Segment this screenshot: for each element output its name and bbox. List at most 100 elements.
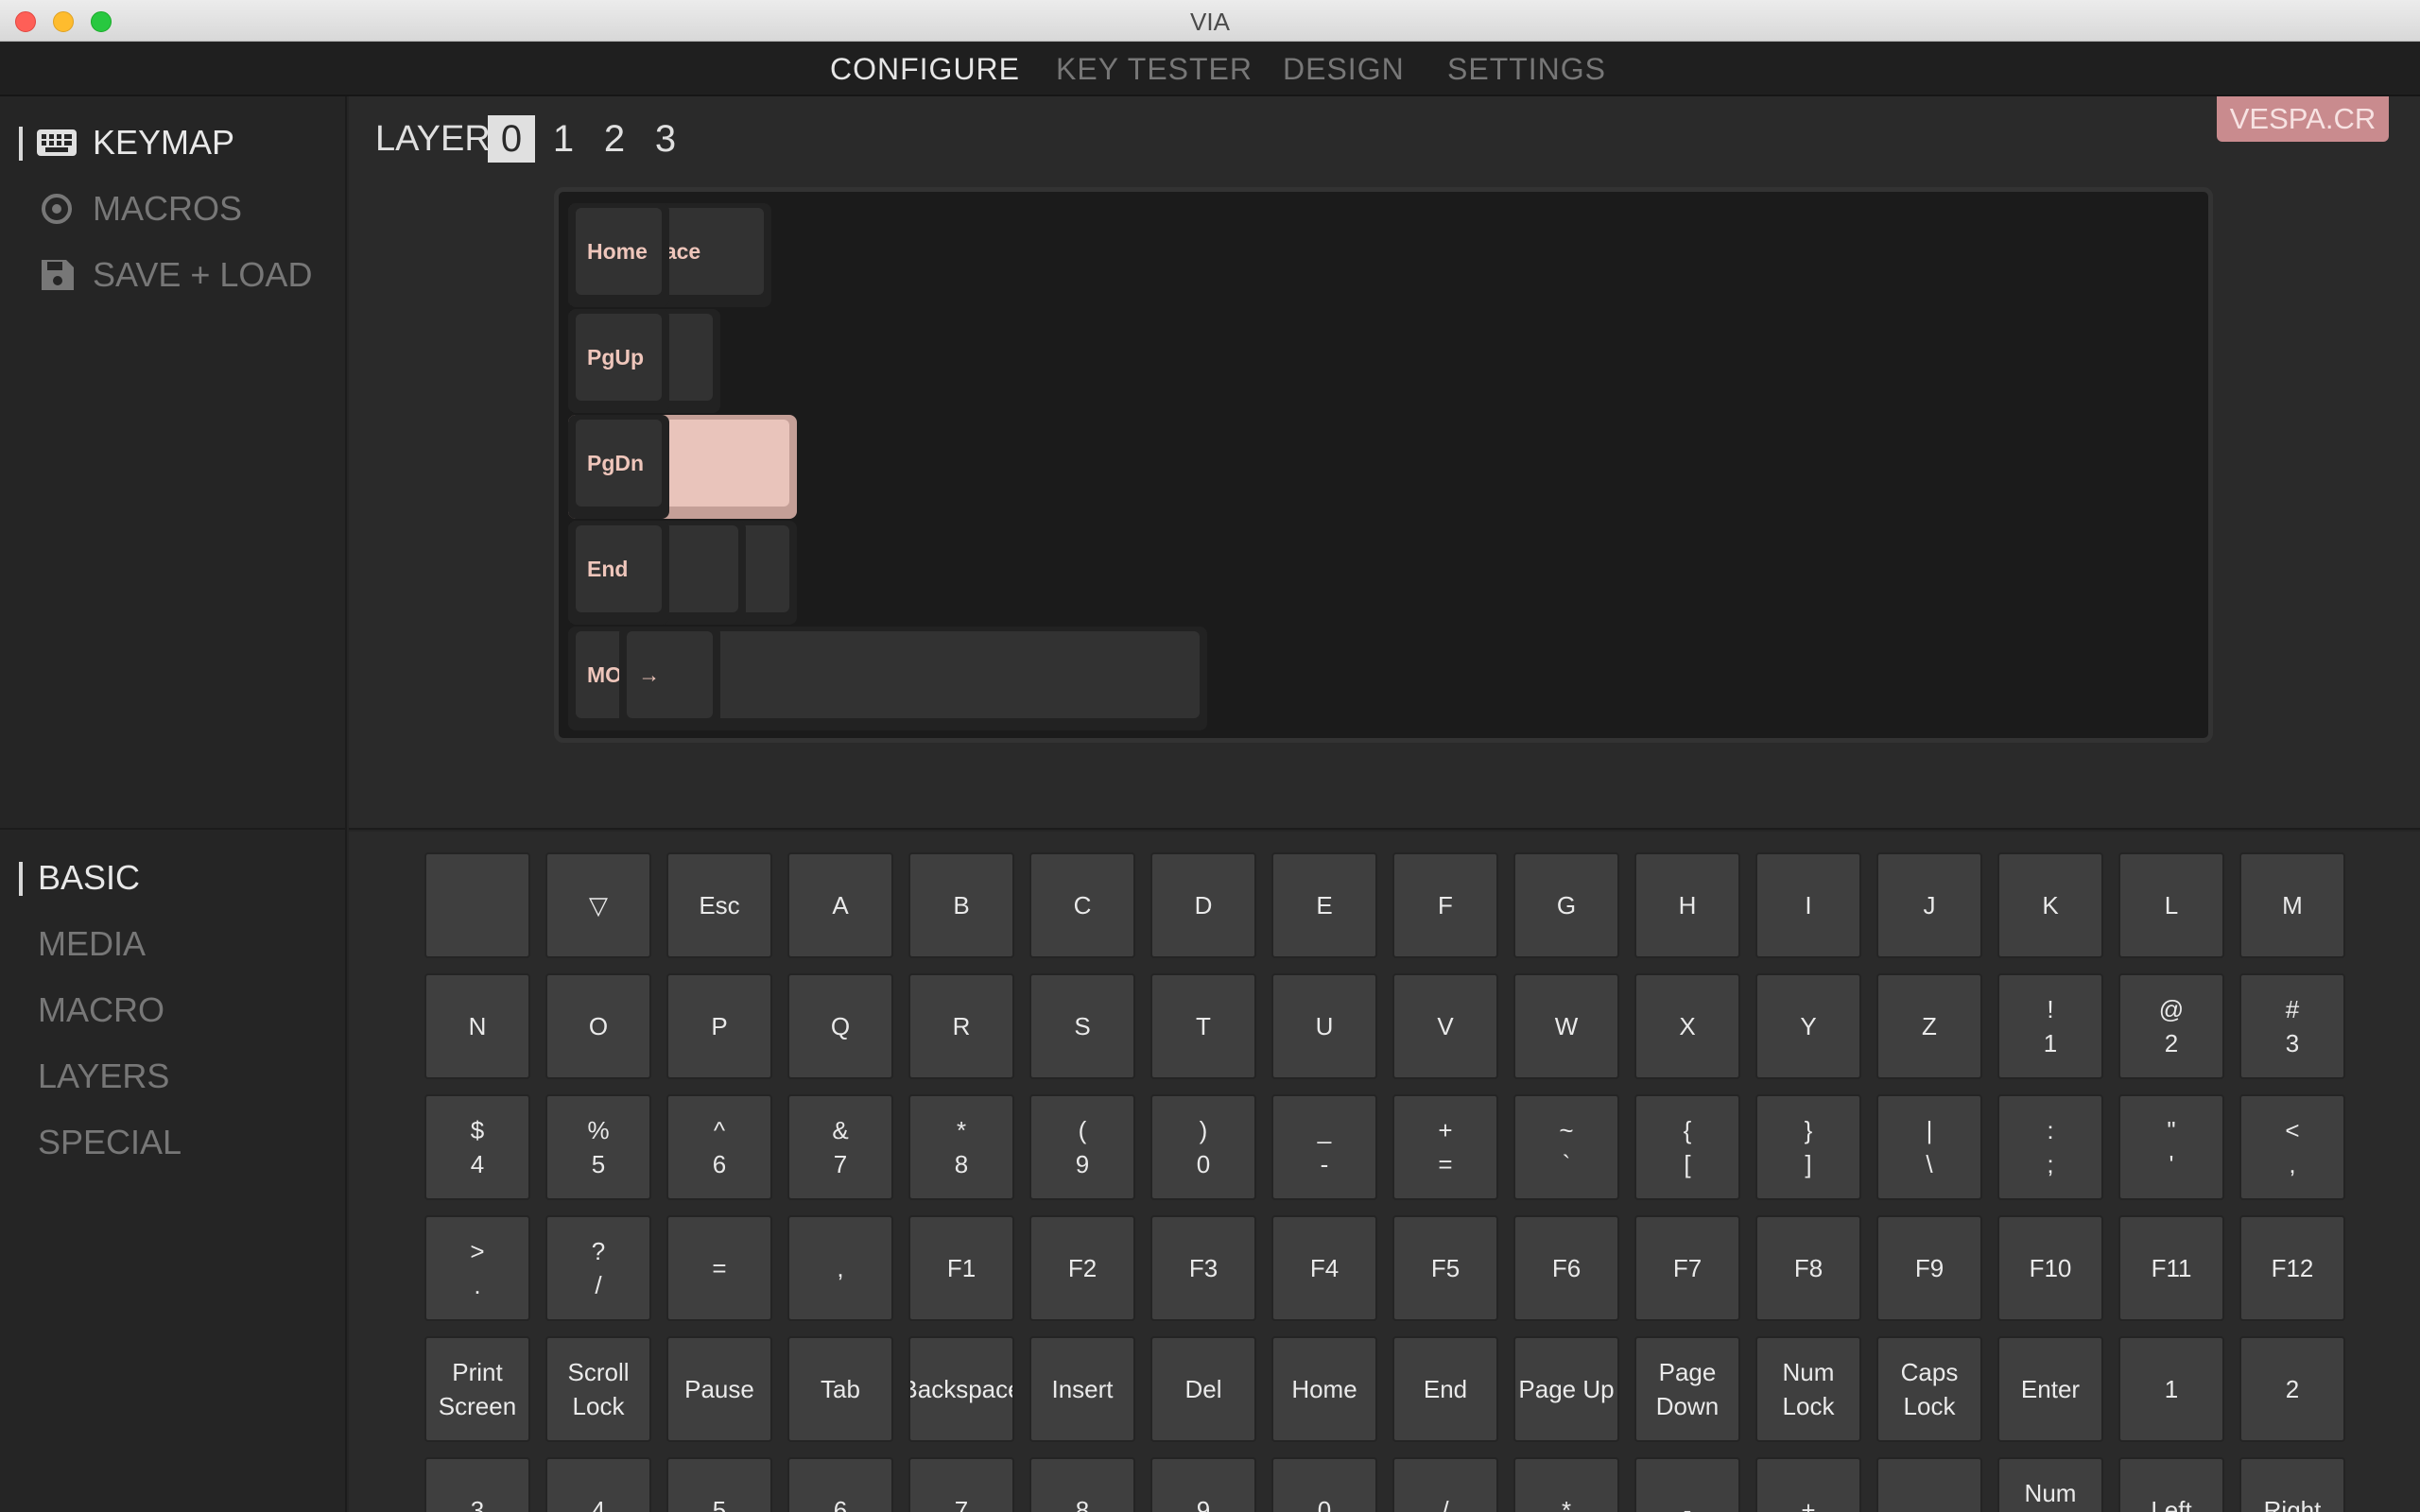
keycode-button[interactable]: + (1755, 1457, 1861, 1512)
keycode-button[interactable]: Caps Lock (1876, 1336, 1982, 1442)
keycode-button[interactable]: 9 (1150, 1457, 1256, 1512)
keycode-button[interactable]: _ - (1271, 1094, 1377, 1200)
keycode-button[interactable]: F8 (1755, 1215, 1861, 1321)
layer-3-button[interactable]: 3 (642, 115, 689, 163)
keycode-button[interactable]: O (545, 973, 651, 1079)
keycode-button[interactable]: * 8 (908, 1094, 1014, 1200)
keycode-button[interactable]: Left (2118, 1457, 2224, 1512)
keycode-button[interactable]: X (1634, 973, 1740, 1079)
keycode-button[interactable]: Num Lock (1755, 1336, 1861, 1442)
keycode-button[interactable]: ? / (545, 1215, 651, 1321)
keycode-button[interactable]: & 7 (787, 1094, 893, 1200)
keycode-button[interactable]: + = (1392, 1094, 1498, 1200)
keycode-button[interactable]: B (908, 852, 1014, 958)
keycode-button[interactable]: S (1029, 973, 1135, 1079)
keycode-button[interactable]: Page Down (1634, 1336, 1740, 1442)
keycode-button[interactable]: E (1271, 852, 1377, 958)
keycode-button[interactable]: Backspace (908, 1336, 1014, 1442)
tab-key-tester[interactable]: KEY TESTER (1056, 52, 1253, 87)
keycode-button[interactable]: R (908, 973, 1014, 1079)
keycode-button[interactable]: > . (424, 1215, 530, 1321)
keycode-button[interactable]: 3 (424, 1457, 530, 1512)
keycode-button[interactable]: I (1755, 852, 1861, 958)
keycode-button[interactable]: V (1392, 973, 1498, 1079)
keycode-button[interactable]: * (1513, 1457, 1619, 1512)
layer-1-button[interactable]: 1 (540, 115, 587, 163)
keycode-button[interactable]: D (1150, 852, 1256, 958)
keycode-button[interactable]: : ; (1997, 1094, 2103, 1200)
keycode-button[interactable]: F6 (1513, 1215, 1619, 1321)
keycode-button[interactable]: F10 (1997, 1215, 2103, 1321)
keycode-button[interactable]: G (1513, 852, 1619, 958)
keycode-button[interactable]: K (1997, 852, 2103, 958)
keycode-button[interactable]: ^ 6 (666, 1094, 772, 1200)
keycode-button[interactable]: ! 1 (1997, 973, 2103, 1079)
layer-2-button[interactable]: 2 (591, 115, 638, 163)
keycode-button[interactable]: $ 4 (424, 1094, 530, 1200)
keycode-button[interactable]: C (1029, 852, 1135, 958)
category-layers[interactable]: LAYERS (38, 1057, 169, 1096)
keycode-button[interactable]: 1 (2118, 1336, 2224, 1442)
keyboard-key[interactable]: End (568, 521, 669, 625)
sidebar-item-keymap[interactable]: KEYMAP (36, 123, 234, 163)
keycode-button[interactable]: ( 9 (1029, 1094, 1135, 1200)
keycode-button[interactable]: P (666, 973, 772, 1079)
keyboard-key[interactable]: PgUp (568, 309, 669, 413)
keycode-button[interactable]: F12 (2239, 1215, 2345, 1321)
keycode-button[interactable]: ▽ (545, 852, 651, 958)
keycode-button[interactable]: | \ (1876, 1094, 1982, 1200)
keycode-button[interactable]: Del (1150, 1336, 1256, 1442)
keycode-button[interactable]: F7 (1634, 1215, 1740, 1321)
keycode-button[interactable]: Enter (1997, 1336, 2103, 1442)
keycode-button[interactable]: J (1876, 852, 1982, 958)
keycode-button[interactable]: 4 (545, 1457, 651, 1512)
keycode-button[interactable]: Z (1876, 973, 1982, 1079)
keycode-button[interactable]: T (1150, 973, 1256, 1079)
keycode-button[interactable]: @ 2 (2118, 973, 2224, 1079)
keycode-button[interactable]: F (1392, 852, 1498, 958)
keycode-button[interactable]: / (1392, 1457, 1498, 1512)
keycode-button[interactable]: Pause (666, 1336, 772, 1442)
keycode-button[interactable]: Esc (666, 852, 772, 958)
keycode-button[interactable]: M (2239, 852, 2345, 958)
keycode-button[interactable]: < , (2239, 1094, 2345, 1200)
keycode-button[interactable]: A (787, 852, 893, 958)
keycode-button[interactable]: 5 (666, 1457, 772, 1512)
keycode-button[interactable]: N (424, 973, 530, 1079)
keycode-button[interactable]: 8 (1029, 1457, 1135, 1512)
category-special[interactable]: SPECIAL (38, 1123, 182, 1162)
keycode-button[interactable]: F5 (1392, 1215, 1498, 1321)
keyboard-key[interactable]: Home (568, 203, 669, 307)
keycode-button[interactable]: ~ ` (1513, 1094, 1619, 1200)
keycode-button[interactable]: Num * (1997, 1457, 2103, 1512)
keycode-button[interactable]: Y (1755, 973, 1861, 1079)
keycode-button[interactable]: 2 (2239, 1336, 2345, 1442)
keycode-button[interactable]: Tab (787, 1336, 893, 1442)
keycode-button[interactable]: F2 (1029, 1215, 1135, 1321)
keycode-button[interactable]: . (1876, 1457, 1982, 1512)
keycode-button[interactable]: # 3 (2239, 973, 2345, 1079)
keycode-button[interactable]: Page Up (1513, 1336, 1619, 1442)
keycode-button[interactable]: { [ (1634, 1094, 1740, 1200)
keycode-button[interactable]: F11 (2118, 1215, 2224, 1321)
keycode-button[interactable]: Scroll Lock (545, 1336, 651, 1442)
keycode-button[interactable]: 0 (1271, 1457, 1377, 1512)
keycode-button[interactable]: U (1271, 973, 1377, 1079)
keycode-button[interactable]: = (666, 1215, 772, 1321)
category-media[interactable]: MEDIA (38, 924, 146, 964)
keycode-button[interactable]: F4 (1271, 1215, 1377, 1321)
keycode-button[interactable]: } ] (1755, 1094, 1861, 1200)
keycode-button[interactable]: W (1513, 973, 1619, 1079)
keycode-button[interactable]: Print Screen (424, 1336, 530, 1442)
keycode-button[interactable]: F3 (1150, 1215, 1256, 1321)
keycode-button[interactable]: 6 (787, 1457, 893, 1512)
keycode-button[interactable] (424, 852, 530, 958)
layer-0-button[interactable]: 0 (488, 115, 535, 163)
keycode-button[interactable]: , (787, 1215, 893, 1321)
keycode-button[interactable]: Insert (1029, 1336, 1135, 1442)
keyboard-key[interactable]: → (619, 627, 720, 730)
sidebar-item-macros[interactable]: MACROS (36, 189, 242, 229)
keycode-button[interactable]: Q (787, 973, 893, 1079)
tab-configure[interactable]: CONFIGURE (830, 52, 1020, 87)
keycode-button[interactable]: 7 (908, 1457, 1014, 1512)
